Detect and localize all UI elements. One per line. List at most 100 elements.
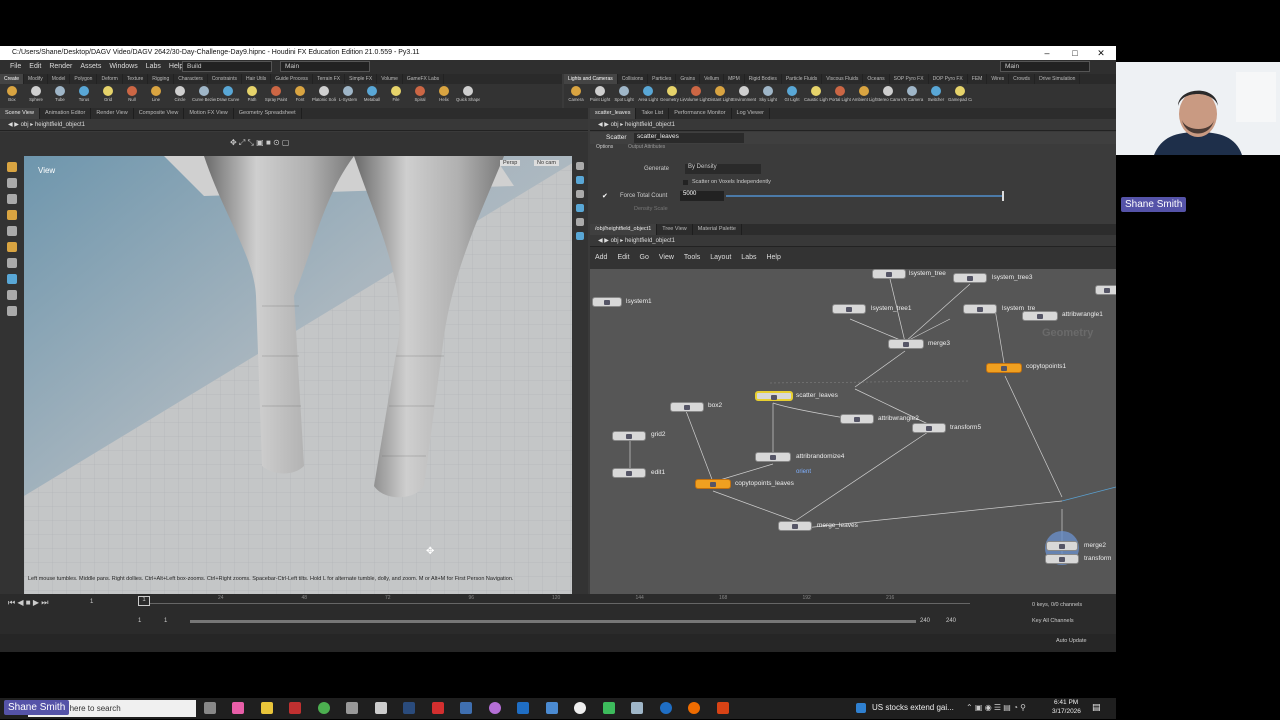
param-tab-options[interactable]: Options (596, 144, 613, 150)
shelf-tool[interactable]: Line (144, 84, 168, 102)
shelf-tool[interactable]: Point Light (588, 84, 612, 102)
network-menu-item[interactable]: Help (761, 247, 785, 269)
force-count-field[interactable]: 5000 (680, 191, 724, 201)
light-tool-icon[interactable] (7, 306, 17, 316)
shelf-tab[interactable]: Characters (174, 74, 208, 84)
shelf-tab[interactable]: Create (0, 74, 25, 84)
brush-tool-icon[interactable] (7, 210, 17, 220)
shelf-tool[interactable]: Curve Bezier (192, 84, 216, 102)
shelf-tool[interactable]: Portal Light (828, 84, 852, 102)
shelf-tool[interactable]: Null (120, 84, 144, 102)
shelf-tab[interactable]: Hair Utils (242, 74, 272, 84)
node-grid2[interactable] (612, 431, 646, 441)
news-widget[interactable]: US stocks extend gai... (872, 703, 954, 712)
shelf-tab[interactable]: Modify (24, 74, 48, 84)
shelf-tool[interactable]: L-System (336, 84, 360, 102)
app-icon[interactable] (289, 702, 301, 714)
network-menu-item[interactable]: Add (590, 247, 612, 269)
desktop-main-right-select[interactable]: Main (1000, 61, 1090, 72)
shelf-tool[interactable]: Stereo Camera (876, 84, 900, 102)
shelf-tab[interactable]: Texture (123, 74, 149, 84)
music-icon[interactable] (489, 702, 501, 714)
voxels-checkbox[interactable] (683, 180, 688, 185)
shelf-tool[interactable]: Spot Light (612, 84, 636, 102)
shelf-tool[interactable]: Volume Light (684, 84, 708, 102)
shelf-tool[interactable]: Sphere (24, 84, 48, 102)
steam-icon[interactable] (403, 702, 415, 714)
shelf-tool[interactable]: Draw Curve (216, 84, 240, 102)
shelf-tool[interactable]: Environment Light (732, 84, 756, 102)
obs-icon[interactable] (574, 702, 586, 714)
shelf-tab[interactable]: Grains (676, 74, 701, 84)
shelf-tool[interactable]: Spiral (408, 84, 432, 102)
camera-tool-icon[interactable] (7, 290, 17, 300)
menu-edit[interactable]: Edit (25, 60, 45, 74)
param-node-name[interactable]: scatter_leaves (634, 133, 744, 143)
end-frame-2[interactable]: 240 (946, 618, 956, 624)
menu-file[interactable]: File (6, 60, 25, 74)
shelf-tool[interactable]: Geometry Light (660, 84, 684, 102)
task-view-icon[interactable] (204, 702, 216, 714)
outlook-icon[interactable] (517, 702, 529, 714)
ghost-icon[interactable] (576, 218, 584, 226)
shelf-tool[interactable]: Sky Light (756, 84, 780, 102)
shelf-tab[interactable]: Wires (987, 74, 1010, 84)
start-frame[interactable]: 1 (138, 618, 141, 624)
shelf-tool[interactable]: Box (0, 84, 24, 102)
app-icon-7[interactable] (660, 702, 672, 714)
generate-select[interactable]: By Density (685, 164, 761, 174)
back-icon[interactable]: ◀ ▶ (598, 238, 611, 244)
shelf-tool[interactable]: Caustic Light (804, 84, 828, 102)
frame-marker[interactable]: 1 (138, 596, 150, 606)
pane-tab[interactable]: Take List (636, 108, 670, 119)
shelf-tab[interactable]: Crowds (1009, 74, 1036, 84)
shelf-tab[interactable]: Oceans (863, 74, 890, 84)
left-path-node[interactable]: heightfield_object1 (35, 122, 85, 128)
shelf-tab[interactable]: Volume (377, 74, 403, 84)
pane-tab[interactable]: Scene View (0, 108, 40, 119)
force-slider-fill[interactable] (726, 195, 1002, 197)
shelf-tab[interactable]: Drive Simulation (1035, 74, 1081, 84)
viewport-tool-icons[interactable]: ✥ ⤢ ⤡ ▣ ■ ⊙ ▢ (230, 138, 290, 148)
playback-controls-icon[interactable]: ⏮ ◀ ■ ▶ ⏭ (8, 598, 48, 608)
timeline-track[interactable] (150, 603, 970, 604)
shelf-tool[interactable]: Gamepad Camera (948, 84, 972, 102)
force-checkbox-icon[interactable]: ✔ (602, 192, 608, 200)
persp-menu[interactable]: Persp (500, 160, 521, 166)
node-lsystem-tree2[interactable] (963, 304, 997, 314)
shelf-tool[interactable]: Camera (564, 84, 588, 102)
pane-tab[interactable]: /obj/heightfield_object1 (590, 224, 658, 235)
shelf-tab[interactable]: Vellum (700, 74, 725, 84)
pane-tab[interactable]: scatter_leaves (590, 108, 637, 119)
net-path-obj[interactable]: obj (611, 238, 619, 244)
tray-icons[interactable]: ⌃ ▣ ◉ ☰ ▤ ◔ ⚲ (966, 703, 1026, 712)
shelf-tab[interactable]: Viscous Fluids (822, 74, 864, 84)
shelf-tool[interactable]: Spray Paint (264, 84, 288, 102)
network-menu-item[interactable]: Labs (736, 247, 761, 269)
view-tool-icon[interactable] (7, 258, 17, 268)
shelf-tab[interactable]: Rigid Bodies (745, 74, 782, 84)
shelf-tab[interactable]: SOP Pyro FX (890, 74, 929, 84)
current-frame[interactable]: 1 (90, 599, 93, 605)
shelf-tab[interactable]: Model (48, 74, 71, 84)
shelf-tool[interactable]: File (384, 84, 408, 102)
net-path-node[interactable]: heightfield_object1 (625, 238, 675, 244)
shelf-tool[interactable]: Quick Shapes (456, 84, 480, 102)
menu-assets[interactable]: Assets (76, 60, 105, 74)
shelf-tool[interactable]: GI Light (780, 84, 804, 102)
clock-date[interactable]: 3/17/2026 (1052, 708, 1081, 715)
app-icon-6[interactable] (631, 702, 643, 714)
pane-tab[interactable]: Render View (91, 108, 134, 119)
network-editor[interactable]: Geometry lsystem1 lsystem_tree lsystem_t… (590, 269, 1116, 594)
network-menu-item[interactable]: Tools (679, 247, 705, 269)
shelf-tool[interactable]: Font (288, 84, 312, 102)
move-tool-icon[interactable] (7, 178, 17, 188)
shelf-tool[interactable]: Platonic Solids (312, 84, 336, 102)
shelf-tab[interactable]: Collisions (618, 74, 649, 84)
handle-tool-icon[interactable] (7, 226, 17, 236)
close-button[interactable]: ✕ (1088, 46, 1114, 60)
node-lsystem-tree1[interactable] (832, 304, 866, 314)
news-icon[interactable] (856, 703, 866, 713)
node-scatter-leaves[interactable] (755, 391, 793, 401)
key-all-channels[interactable]: Key All Channels (1032, 618, 1074, 624)
